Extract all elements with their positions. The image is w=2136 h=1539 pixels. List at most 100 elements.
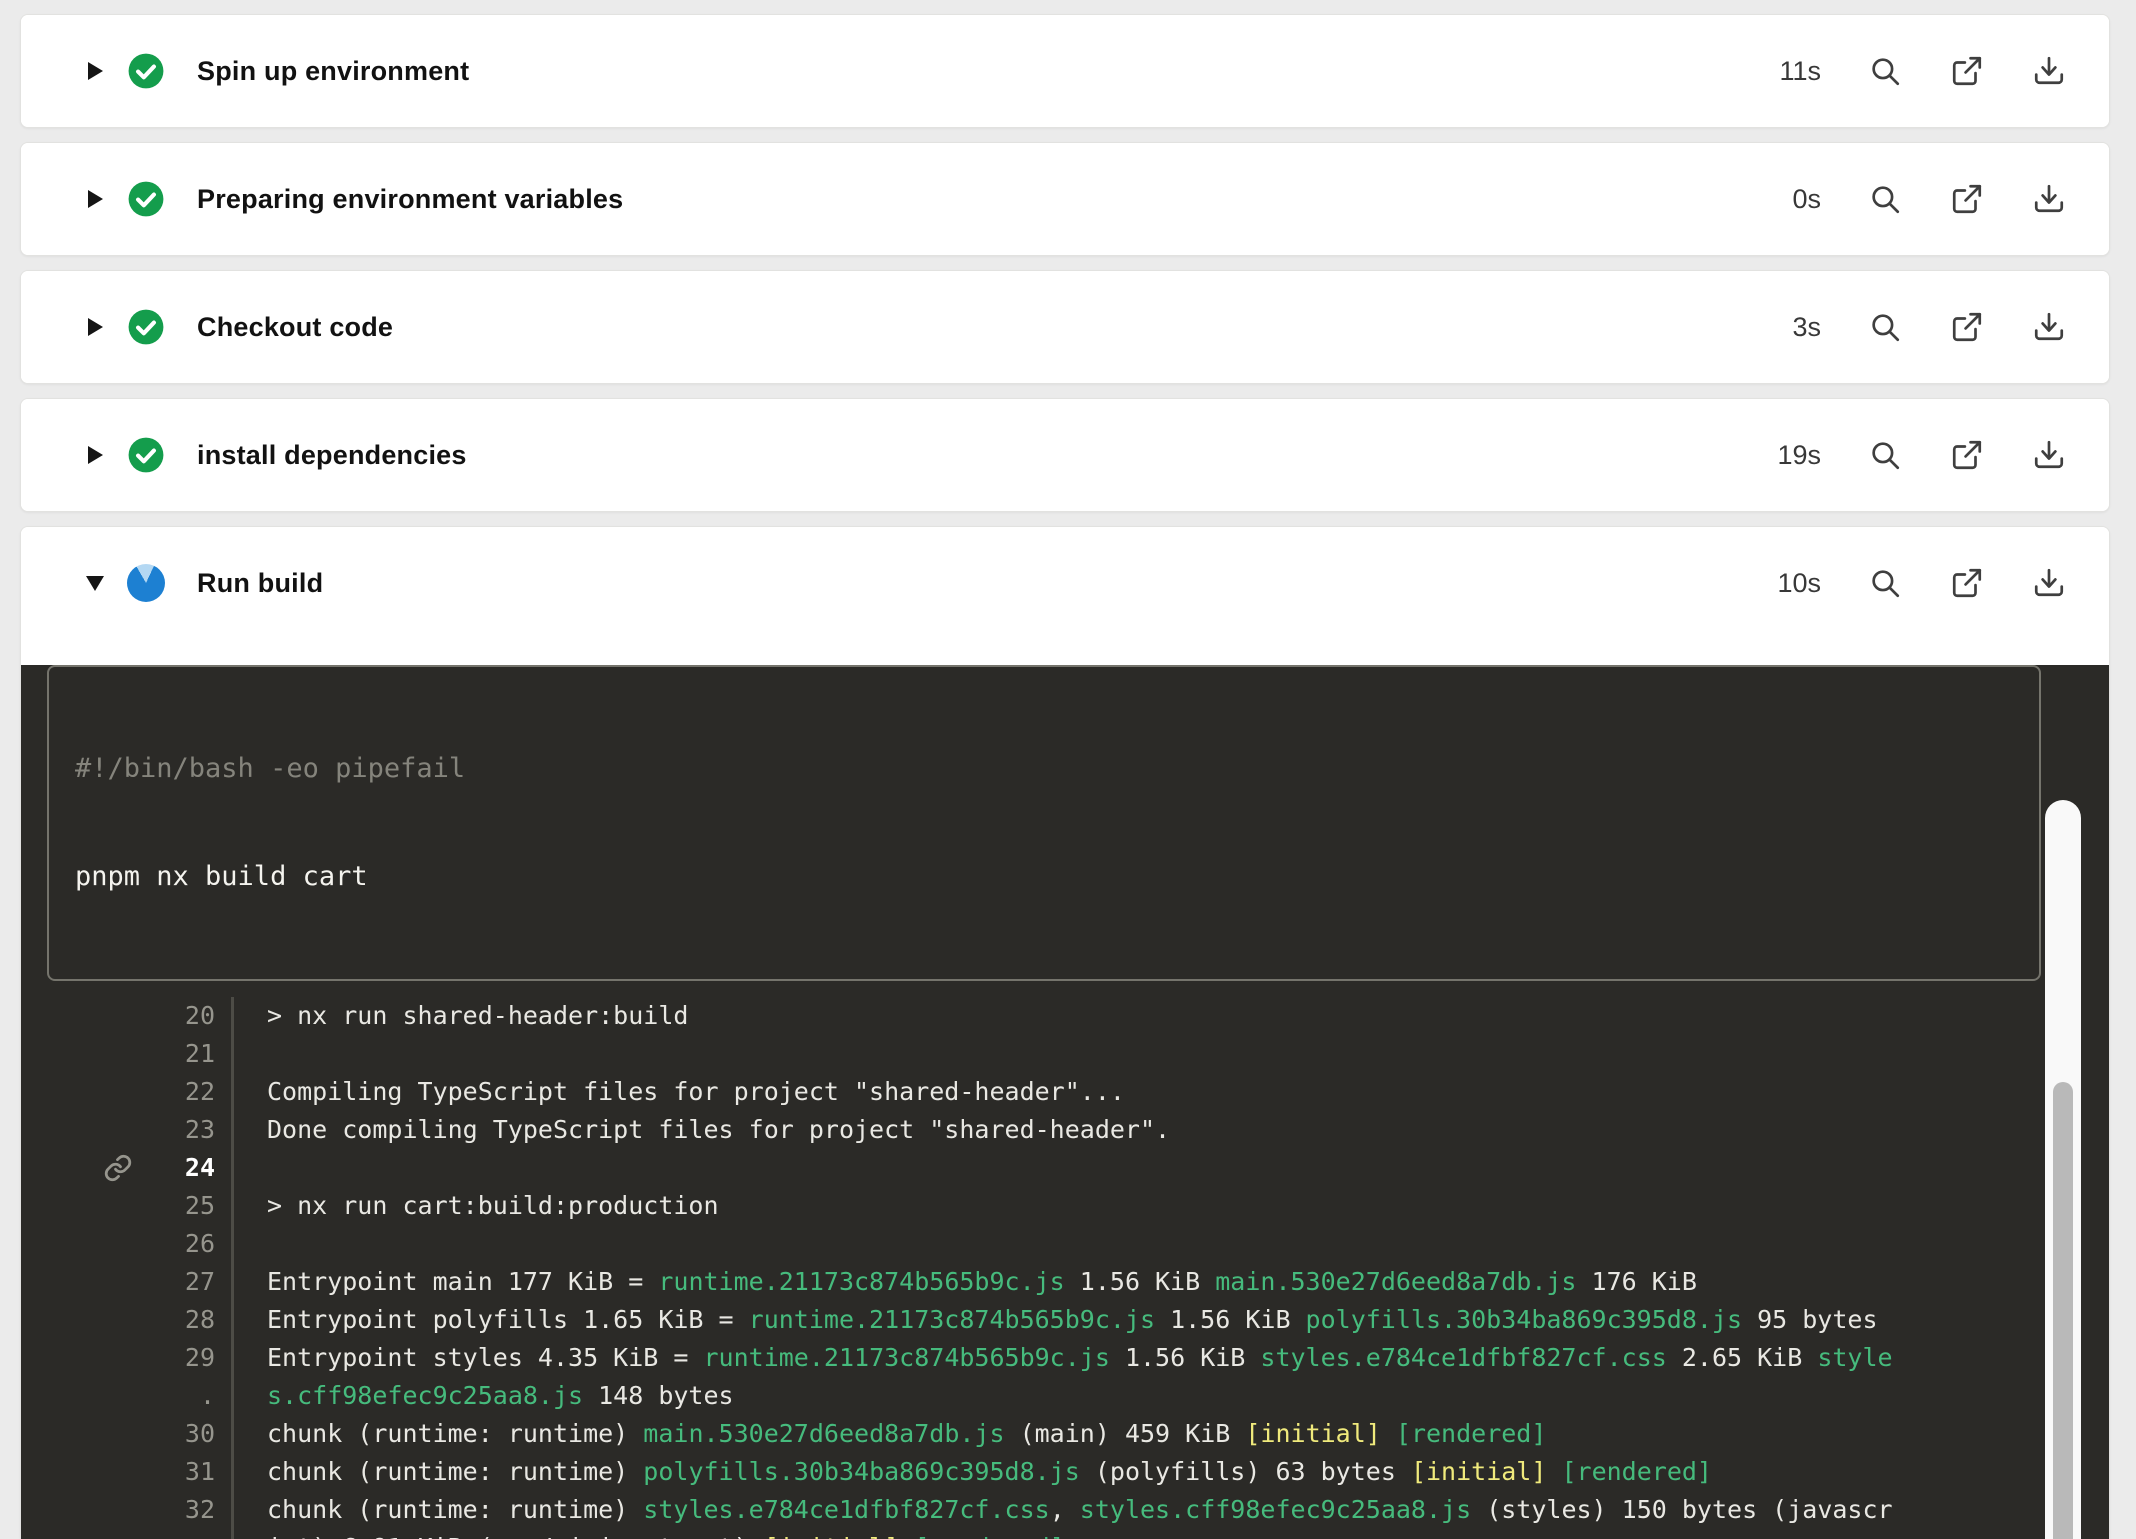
log-line-number[interactable]: 25	[21, 1187, 234, 1225]
open-in-new-button[interactable]	[1949, 437, 1985, 473]
steps-list: Spin up environment 11s Preparin	[20, 14, 2110, 1539]
download-log-button[interactable]	[2031, 53, 2067, 89]
line-number-text: 26	[185, 1229, 215, 1258]
log-line-text	[234, 1225, 267, 1263]
log-scrollbar[interactable]	[2045, 800, 2081, 1539]
step-title: Run build	[197, 568, 323, 599]
search-icon	[1868, 566, 1902, 600]
log-line-number[interactable]: 26	[21, 1225, 234, 1263]
step-duration: 0s	[1792, 184, 1821, 215]
log-line: 32 chunk (runtime: runtime) styles.e784ce…	[21, 1491, 2109, 1529]
log-line-number[interactable]: 27	[21, 1263, 234, 1301]
chevron-icon[interactable]	[83, 443, 107, 467]
success-check-icon	[127, 436, 165, 474]
log-line: 24	[21, 1149, 2109, 1187]
step-card: install dependencies 19s	[20, 398, 2110, 512]
log-line: 29Entrypoint styles 4.35 KiB = runtime.2…	[21, 1339, 2109, 1377]
step-status-icon	[127, 308, 165, 346]
log-line: 27Entrypoint main 177 KiB = runtime.2117…	[21, 1263, 2109, 1301]
log-line-number[interactable]: 30	[21, 1415, 234, 1453]
open-in-new-icon	[1950, 310, 1984, 344]
step-header[interactable]: Preparing environment variables 0s	[21, 143, 2109, 255]
open-in-new-button[interactable]	[1949, 565, 1985, 601]
download-icon	[2032, 182, 2066, 216]
log-line: . s.cff98efec9c25aa8.js 148 bytes	[21, 1377, 2109, 1415]
open-in-new-icon	[1950, 566, 1984, 600]
log-output: 20> nx run shared-header:build2122Compil…	[21, 997, 2109, 1539]
log-line-number[interactable]: 21	[21, 1035, 234, 1073]
log-line-text: > nx run shared-header:build	[234, 997, 688, 1035]
log-line-number[interactable]: 23	[21, 1111, 234, 1149]
chevron-icon[interactable]	[83, 571, 107, 595]
success-check-icon	[127, 308, 165, 346]
step-title: Preparing environment variables	[197, 184, 623, 215]
shebang-line: #!/bin/bash -eo pipefail	[75, 751, 2013, 787]
command-line: pnpm nx build cart	[75, 859, 2013, 895]
step-status-icon	[127, 180, 165, 218]
success-check-icon	[127, 52, 165, 90]
search-log-button[interactable]	[1867, 565, 1903, 601]
line-number-text: 24	[185, 1153, 215, 1182]
step-header[interactable]: install dependencies 19s	[21, 399, 2109, 511]
download-icon	[2032, 566, 2066, 600]
download-log-button[interactable]	[2031, 309, 2067, 345]
log-line-number[interactable]: .	[21, 1377, 234, 1415]
step-title: Checkout code	[197, 312, 393, 343]
log-line-number[interactable]: 22	[21, 1073, 234, 1111]
step-duration: 10s	[1777, 568, 1821, 599]
chevron-icon[interactable]	[83, 187, 107, 211]
log-line-number[interactable]: 20	[21, 997, 234, 1035]
search-icon	[1868, 54, 1902, 88]
step-card: Spin up environment 11s	[20, 14, 2110, 128]
log-line-text: Entrypoint main 177 KiB = runtime.21173c…	[234, 1263, 1697, 1301]
step-header[interactable]: Run build 10s	[21, 527, 2109, 639]
line-number-text: 22	[185, 1077, 215, 1106]
download-log-button[interactable]	[2031, 565, 2067, 601]
step-title: install dependencies	[197, 440, 467, 471]
line-number-text: 20	[185, 1001, 215, 1030]
line-number-text: .	[200, 1381, 215, 1410]
log-line-number[interactable]: 29	[21, 1339, 234, 1377]
log-line-text: > nx run cart:build:production	[234, 1187, 719, 1225]
log-line-number[interactable]: 32	[21, 1491, 234, 1529]
log-line-number[interactable]: .	[21, 1529, 234, 1539]
download-icon	[2032, 310, 2066, 344]
command-box: #!/bin/bash -eo pipefail pnpm nx build c…	[47, 665, 2041, 981]
log-line-text	[234, 1149, 267, 1187]
open-in-new-button[interactable]	[1949, 309, 1985, 345]
step-header[interactable]: Checkout code 3s	[21, 271, 2109, 383]
download-log-button[interactable]	[2031, 437, 2067, 473]
step-header[interactable]: Spin up environment 11s	[21, 15, 2109, 127]
log-line-number[interactable]: 28	[21, 1301, 234, 1339]
log-line-number[interactable]: 31	[21, 1453, 234, 1491]
line-number-text: 30	[185, 1419, 215, 1448]
log-line-text	[234, 1035, 267, 1073]
search-log-button[interactable]	[1867, 181, 1903, 217]
step-duration: 11s	[1779, 56, 1821, 87]
download-log-button[interactable]	[2031, 181, 2067, 217]
step-duration: 19s	[1777, 440, 1821, 471]
search-log-button[interactable]	[1867, 309, 1903, 345]
log-line: 31chunk (runtime: runtime) polyfills.30b…	[21, 1453, 2109, 1491]
open-in-new-icon	[1950, 182, 1984, 216]
search-log-button[interactable]	[1867, 53, 1903, 89]
search-log-button[interactable]	[1867, 437, 1903, 473]
open-in-new-button[interactable]	[1949, 53, 1985, 89]
run-build-pie-icon	[127, 564, 165, 602]
chevron-icon[interactable]	[83, 59, 107, 83]
log-line-text: chunk (runtime: runtime) styles.e784ce1d…	[234, 1491, 1893, 1529]
scrollbar-thumb[interactable]	[2053, 1082, 2073, 1539]
step-duration: 3s	[1792, 312, 1821, 343]
log-line: 20 > nx run shared-header:build	[21, 997, 2109, 1035]
log-line: 26	[21, 1225, 2109, 1263]
search-icon	[1868, 310, 1902, 344]
chevron-icon[interactable]	[83, 315, 107, 339]
log-line-text: chunk (runtime: runtime) polyfills.30b34…	[234, 1453, 1712, 1491]
step-card: Preparing environment variables 0s	[20, 142, 2110, 256]
log-line-text: s.cff98efec9c25aa8.js 148 bytes	[234, 1377, 734, 1415]
line-number-text: 32	[185, 1495, 215, 1524]
permalink-icon[interactable]	[103, 1153, 133, 1183]
open-in-new-button[interactable]	[1949, 181, 1985, 217]
log-line-number[interactable]: 24	[21, 1149, 234, 1187]
line-number-text: 21	[185, 1039, 215, 1068]
